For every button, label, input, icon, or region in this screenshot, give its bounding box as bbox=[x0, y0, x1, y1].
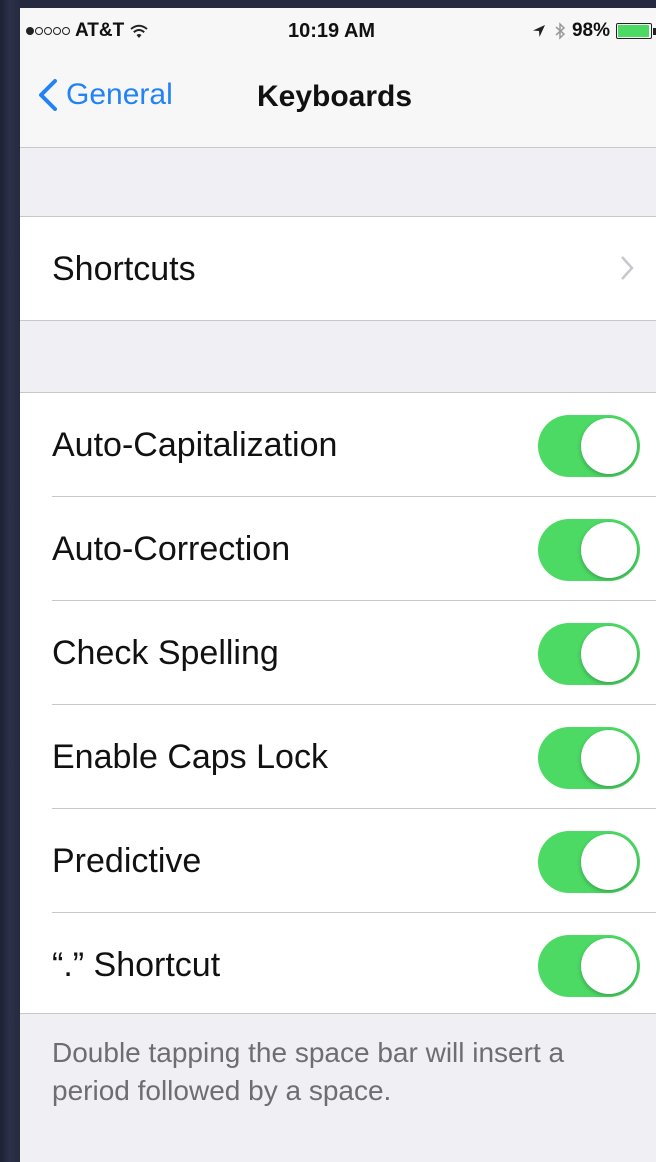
toggle-row-enable-caps-lock: Enable Caps Lock bbox=[20, 705, 656, 809]
shortcuts-group: Shortcuts bbox=[20, 216, 656, 321]
signal-dot bbox=[53, 27, 61, 35]
toggle-row-period-shortcut: “.” Shortcut bbox=[20, 913, 656, 1017]
signal-strength-icon bbox=[26, 27, 71, 35]
signal-dot bbox=[35, 27, 43, 35]
toggle-row-label: “.” Shortcut bbox=[52, 945, 221, 984]
signal-dot bbox=[44, 27, 52, 35]
check-spelling-toggle[interactable] bbox=[538, 623, 640, 685]
shortcuts-row-label: Shortcuts bbox=[52, 249, 196, 288]
shortcuts-row[interactable]: Shortcuts bbox=[20, 217, 656, 321]
period-shortcut-footnote: Double tapping the space bar will insert… bbox=[52, 1037, 565, 1106]
keyboard-options-group: Auto-Capitalization Auto-Correction Chec… bbox=[20, 392, 656, 1014]
chevron-right-icon bbox=[621, 256, 634, 280]
status-bar: AT&T 10:19 AM 98% bbox=[20, 8, 656, 50]
toggle-knob bbox=[581, 834, 637, 890]
toggle-knob bbox=[581, 626, 637, 682]
carrier-name: AT&T bbox=[75, 20, 125, 41]
toggle-row-label: Check Spelling bbox=[52, 633, 279, 672]
battery-icon bbox=[616, 23, 652, 39]
signal-dot bbox=[26, 27, 34, 35]
predictive-toggle[interactable] bbox=[538, 831, 640, 893]
toggle-knob bbox=[581, 418, 637, 474]
navigation-bar: General Keyboards bbox=[20, 50, 656, 148]
back-button[interactable]: General bbox=[38, 78, 173, 112]
toggle-row-label: Predictive bbox=[52, 841, 202, 880]
auto-correction-toggle[interactable] bbox=[538, 519, 640, 581]
toggle-knob bbox=[581, 522, 637, 578]
toggle-row-auto-capitalization: Auto-Capitalization bbox=[20, 393, 656, 497]
back-button-label: General bbox=[66, 78, 173, 111]
toggle-row-predictive: Predictive bbox=[20, 809, 656, 913]
page-title: Keyboards bbox=[257, 80, 413, 113]
period-shortcut-toggle[interactable] bbox=[538, 935, 640, 997]
battery-fill bbox=[618, 25, 650, 37]
battery-percentage: 98% bbox=[571, 20, 610, 41]
chevron-left-icon bbox=[39, 79, 57, 111]
toggle-row-label: Auto-Correction bbox=[52, 529, 291, 568]
auto-capitalization-toggle[interactable] bbox=[538, 415, 640, 477]
toggle-row-check-spelling: Check Spelling bbox=[20, 601, 656, 705]
settings-screen: AT&T 10:19 AM 98% General Keyboards Shor… bbox=[20, 8, 656, 1162]
toggle-knob bbox=[581, 938, 637, 994]
status-left: AT&T bbox=[26, 20, 148, 42]
status-time: 10:19 AM bbox=[288, 20, 376, 42]
status-right: 98% bbox=[532, 20, 656, 42]
location-icon bbox=[532, 25, 545, 37]
toggle-row-label: Auto-Capitalization bbox=[52, 425, 338, 464]
wifi-icon bbox=[130, 24, 148, 38]
toggle-row-auto-correction: Auto-Correction bbox=[20, 497, 656, 601]
toggle-row-label: Enable Caps Lock bbox=[52, 737, 328, 776]
bluetooth-icon bbox=[555, 22, 566, 40]
enable-caps-lock-toggle[interactable] bbox=[538, 727, 640, 789]
signal-dot bbox=[62, 27, 70, 35]
toggle-knob bbox=[581, 730, 637, 786]
